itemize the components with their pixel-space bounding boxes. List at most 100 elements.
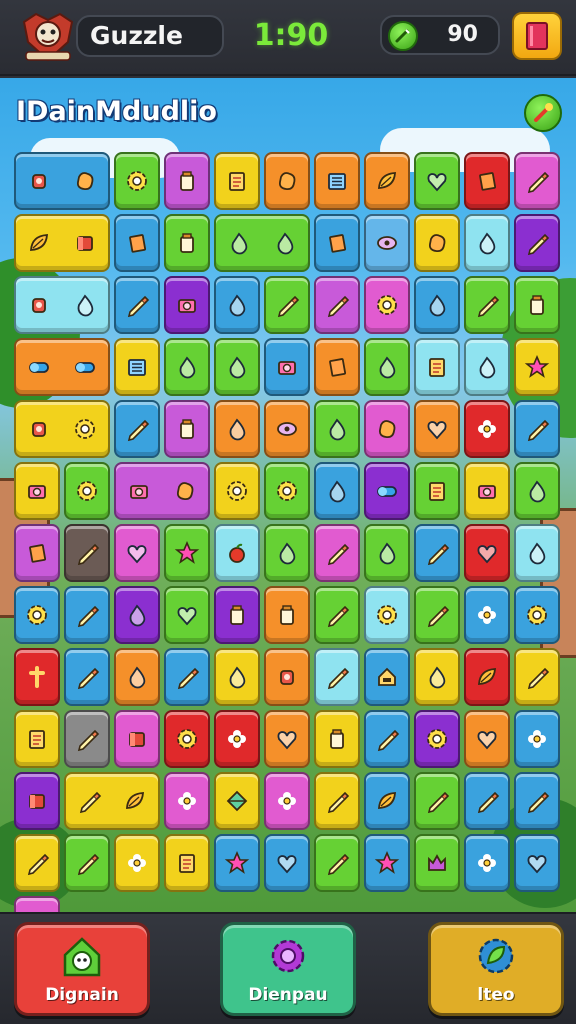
tile[interactable] <box>214 152 260 210</box>
tile[interactable] <box>264 586 310 644</box>
tile[interactable] <box>264 462 310 520</box>
tile[interactable] <box>264 338 310 396</box>
tile[interactable] <box>214 338 260 396</box>
tile[interactable] <box>14 834 60 892</box>
tile[interactable] <box>364 710 410 768</box>
tile[interactable] <box>214 400 260 458</box>
tile[interactable] <box>14 400 110 458</box>
tile[interactable] <box>364 462 410 520</box>
tile[interactable] <box>464 834 510 892</box>
tile[interactable] <box>514 462 560 520</box>
tile[interactable] <box>364 400 410 458</box>
tile[interactable] <box>414 276 460 334</box>
tile[interactable] <box>64 648 110 706</box>
tile[interactable] <box>314 524 360 582</box>
tile[interactable] <box>364 338 410 396</box>
tile[interactable] <box>214 710 260 768</box>
tile[interactable] <box>464 524 510 582</box>
tile[interactable] <box>214 586 260 644</box>
tile[interactable] <box>364 648 410 706</box>
tile[interactable] <box>464 586 510 644</box>
tile[interactable] <box>114 338 160 396</box>
tile[interactable] <box>314 710 360 768</box>
tile[interactable] <box>214 214 310 272</box>
tile[interactable] <box>414 834 460 892</box>
tile[interactable] <box>514 400 560 458</box>
tile[interactable] <box>14 214 110 272</box>
tile[interactable] <box>14 338 110 396</box>
tile[interactable] <box>314 834 360 892</box>
tile[interactable] <box>264 524 310 582</box>
tile[interactable] <box>364 214 410 272</box>
tile[interactable] <box>414 462 460 520</box>
tile[interactable] <box>64 834 110 892</box>
tile[interactable] <box>364 772 410 830</box>
tile[interactable] <box>264 648 310 706</box>
tile[interactable] <box>14 648 60 706</box>
tile[interactable] <box>14 896 60 912</box>
tile[interactable] <box>464 276 510 334</box>
tile[interactable] <box>164 214 210 272</box>
tile[interactable] <box>414 772 460 830</box>
tile[interactable] <box>414 152 460 210</box>
tile[interactable] <box>514 586 560 644</box>
tile[interactable] <box>114 214 160 272</box>
tile[interactable] <box>514 338 560 396</box>
tile[interactable] <box>114 462 210 520</box>
tile[interactable] <box>314 400 360 458</box>
tile[interactable] <box>464 338 510 396</box>
tile[interactable] <box>164 834 210 892</box>
tile[interactable] <box>364 524 410 582</box>
tile[interactable] <box>64 772 160 830</box>
tile[interactable] <box>414 710 460 768</box>
footer-button-2[interactable]: Dienpau <box>220 922 356 1016</box>
hint-button[interactable] <box>524 94 562 132</box>
tile[interactable] <box>464 152 510 210</box>
tile[interactable] <box>514 772 560 830</box>
tile[interactable] <box>464 648 510 706</box>
tile[interactable] <box>164 152 210 210</box>
tile[interactable] <box>314 276 360 334</box>
tile[interactable] <box>114 586 160 644</box>
tile[interactable] <box>514 276 560 334</box>
tile[interactable] <box>464 214 510 272</box>
tile[interactable] <box>314 648 360 706</box>
tile[interactable] <box>114 524 160 582</box>
tile[interactable] <box>314 586 360 644</box>
tile[interactable] <box>264 834 310 892</box>
tile[interactable] <box>264 772 310 830</box>
tile[interactable] <box>214 524 260 582</box>
tile[interactable] <box>414 586 460 644</box>
tile[interactable] <box>464 772 510 830</box>
tile[interactable] <box>464 462 510 520</box>
tile[interactable] <box>414 214 460 272</box>
tile[interactable] <box>514 710 560 768</box>
tile[interactable] <box>164 586 210 644</box>
tile[interactable] <box>14 276 110 334</box>
tile[interactable] <box>314 214 360 272</box>
tile[interactable] <box>14 462 60 520</box>
tile[interactable] <box>314 338 360 396</box>
tile[interactable] <box>14 524 60 582</box>
tile[interactable] <box>164 338 210 396</box>
tile[interactable] <box>414 524 460 582</box>
tile[interactable] <box>214 834 260 892</box>
tile[interactable] <box>114 834 160 892</box>
tile[interactable] <box>64 462 110 520</box>
tile[interactable] <box>364 586 410 644</box>
tile[interactable] <box>314 152 360 210</box>
tile[interactable] <box>64 710 110 768</box>
tile[interactable] <box>164 710 210 768</box>
tile[interactable] <box>264 710 310 768</box>
tile[interactable] <box>414 648 460 706</box>
tile[interactable] <box>314 462 360 520</box>
tile[interactable] <box>364 834 410 892</box>
footer-button-3[interactable]: lteo <box>428 922 564 1016</box>
tile[interactable] <box>514 152 560 210</box>
tile[interactable] <box>514 524 560 582</box>
tile[interactable] <box>514 834 560 892</box>
tile[interactable] <box>14 710 60 768</box>
tile[interactable] <box>14 152 110 210</box>
tile[interactable] <box>364 152 410 210</box>
tile[interactable] <box>514 214 560 272</box>
